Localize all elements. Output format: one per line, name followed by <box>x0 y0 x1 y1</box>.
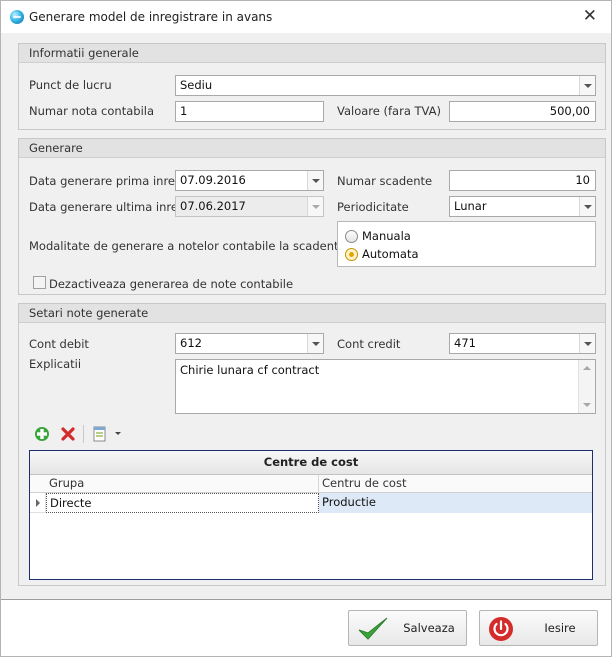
explicatii-label: Explicatii <box>29 357 82 371</box>
modalitate-radio-group: Manuala Automata <box>337 221 596 267</box>
save-button-label: Salveaza <box>403 621 455 635</box>
numar-nota-input[interactable]: 1 <box>175 101 324 122</box>
cont-debit-select[interactable]: 612 <box>175 333 324 354</box>
column-header-centru[interactable]: Centru de cost <box>319 475 592 493</box>
scroll-up-icon[interactable] <box>583 366 591 370</box>
data-prima-value: 07.09.2016 <box>180 173 246 187</box>
explicatii-textarea[interactable]: Chirie lunara cf contract <box>175 359 596 414</box>
exit-button-label: Iesire <box>544 621 576 635</box>
cell-centru[interactable]: Productie <box>319 493 592 513</box>
app-globe-icon <box>10 10 24 24</box>
data-prima-date-picker[interactable]: 07.09.2016 <box>175 170 324 191</box>
grid-header-row: Grupa Centru de cost <box>30 475 592 493</box>
periodicitate-label: Periodicitate <box>337 200 409 214</box>
cont-credit-value: 471 <box>454 336 476 350</box>
chevron-down-icon <box>307 197 323 216</box>
radio-automata-label: Automata <box>362 247 419 261</box>
scroll-down-icon[interactable] <box>583 403 591 407</box>
periodicitate-select[interactable]: Lunar <box>449 196 596 217</box>
group-header-generare: Generare <box>19 139 605 158</box>
numar-nota-label: Numar nota contabila <box>29 104 155 118</box>
toolbar-separator <box>83 425 84 443</box>
button-bar: Salveaza Iesire <box>1 599 611 656</box>
row-indicator-icon <box>30 493 46 513</box>
grid-toolbar <box>28 422 128 446</box>
group-informatii-generale: Informatii generale Punct de lucru Sediu… <box>18 43 606 130</box>
dezactiveaza-checkbox[interactable] <box>33 276 46 289</box>
valoare-label: Valoare (fara TVA) <box>337 104 442 118</box>
export-icon[interactable] <box>90 424 110 444</box>
radio-manuala-label: Manuala <box>362 229 411 243</box>
exit-button[interactable]: Iesire <box>479 610 598 646</box>
checkmark-icon <box>358 617 388 640</box>
punct-de-lucru-label: Punct de lucru <box>29 78 112 92</box>
add-icon[interactable] <box>32 424 52 444</box>
dropdown-arrow-icon[interactable] <box>114 431 122 437</box>
dezactiveaza-label: Dezactiveaza generarea de note contabile <box>49 277 294 291</box>
radio-unchecked-icon <box>345 230 358 243</box>
chevron-down-icon[interactable] <box>579 76 595 95</box>
table-row[interactable]: Directe Productie <box>30 493 592 513</box>
group-header-informatii: Informatii generale <box>19 44 605 63</box>
data-ultima-date-picker: 07.06.2017 <box>175 196 324 217</box>
close-icon[interactable]: ✕ <box>583 6 597 26</box>
numar-scadente-label: Numar scadente <box>337 174 433 188</box>
grid-caption: Centre de cost <box>30 451 592 475</box>
power-icon <box>489 617 513 641</box>
explicatii-value: Chirie lunara cf contract <box>180 363 320 377</box>
radio-checked-icon <box>345 248 358 261</box>
data-prima-label: Data generare prima inreg. <box>29 174 186 188</box>
numar-scadente-input[interactable]: 10 <box>449 170 596 191</box>
group-header-setari: Setari note generate <box>19 304 605 323</box>
cell-grupa[interactable]: Directe <box>46 493 319 513</box>
data-ultima-value: 07.06.2017 <box>180 199 246 213</box>
save-button[interactable]: Salveaza <box>348 610 467 646</box>
delete-icon[interactable] <box>58 424 78 444</box>
centre-de-cost-grid[interactable]: Centre de cost Grupa Centru de cost Dire… <box>29 450 593 580</box>
dialog-window: Generare model de inregistrare in avans … <box>0 0 612 657</box>
punct-de-lucru-select[interactable]: Sediu <box>175 75 596 96</box>
window-title: Generare model de inregistrare in avans <box>29 10 273 24</box>
title-bar: Generare model de inregistrare in avans … <box>1 1 611 33</box>
data-ultima-label: Data generare ultima inreg. <box>29 200 189 214</box>
cont-debit-value: 612 <box>180 336 202 350</box>
column-header-grupa[interactable]: Grupa <box>46 475 319 493</box>
cont-debit-label: Cont debit <box>29 337 89 351</box>
chevron-down-icon[interactable] <box>307 171 323 190</box>
periodicitate-value: Lunar <box>454 199 487 213</box>
cont-credit-label: Cont credit <box>337 337 401 351</box>
punct-de-lucru-value: Sediu <box>180 78 213 92</box>
chevron-down-icon[interactable] <box>579 197 595 216</box>
explicatii-scrollbar[interactable] <box>578 360 595 413</box>
chevron-down-icon[interactable] <box>579 334 595 353</box>
cont-credit-select[interactable]: 471 <box>449 333 596 354</box>
valoare-input[interactable]: 500,00 <box>449 101 596 122</box>
group-generare: Generare Data generare prima inreg. 07.0… <box>18 138 606 295</box>
modalitate-label: Modalitate de generare a notelor contabi… <box>29 239 346 253</box>
chevron-down-icon[interactable] <box>307 334 323 353</box>
